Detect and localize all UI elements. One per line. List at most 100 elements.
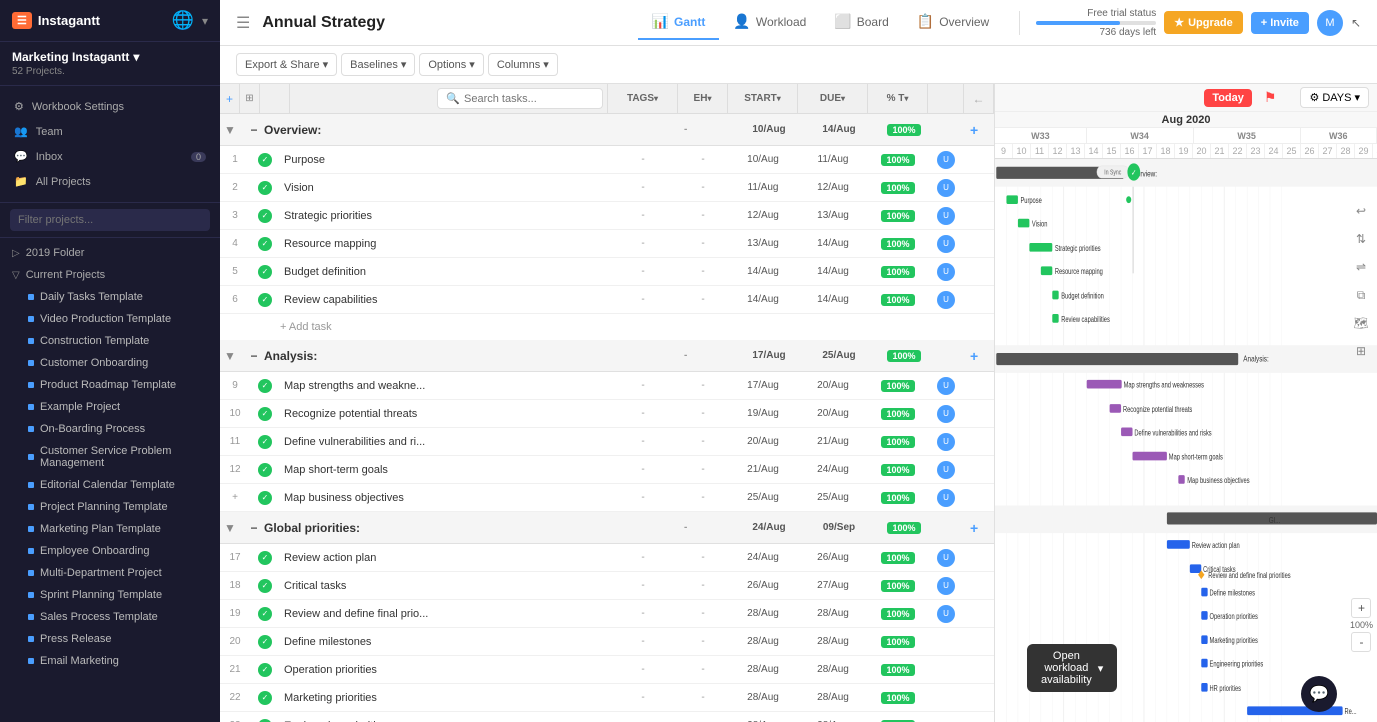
- group-minus-icon[interactable]: −: [244, 349, 264, 363]
- task-name[interactable]: Review capabilities: [280, 294, 608, 306]
- sidebar-item-customer-onboarding[interactable]: Customer Onboarding: [0, 352, 220, 374]
- task-name[interactable]: Define milestones: [280, 636, 608, 648]
- sidebar-filter[interactable]: [0, 203, 220, 238]
- task-check[interactable]: [250, 579, 280, 593]
- sidebar-item-construction[interactable]: Construction Template: [0, 330, 220, 352]
- task-name[interactable]: Review action plan: [280, 552, 608, 564]
- add-task-overview[interactable]: + Add task: [220, 314, 994, 340]
- add-task-icon[interactable]: +: [970, 520, 990, 536]
- task-check[interactable]: [250, 153, 280, 167]
- sidebar-item-on-boarding[interactable]: On-Boarding Process: [0, 418, 220, 440]
- task-name[interactable]: Resource mapping: [280, 238, 608, 250]
- task-check[interactable]: [250, 181, 280, 195]
- columns-button[interactable]: Columns ▾: [488, 53, 558, 76]
- group-toggle-icon[interactable]: ▼: [224, 123, 244, 137]
- days-button[interactable]: ⚙ DAYS ▾: [1300, 87, 1369, 108]
- task-check[interactable]: [250, 607, 280, 621]
- map-icon[interactable]: 🗺: [1349, 311, 1373, 335]
- task-check[interactable]: [250, 237, 280, 251]
- task-name[interactable]: Strategic priorities: [280, 210, 608, 222]
- task-check[interactable]: [250, 435, 280, 449]
- task-name[interactable]: Purpose: [280, 154, 608, 166]
- sidebar-item-editorial[interactable]: Editorial Calendar Template: [0, 474, 220, 496]
- sidebar-item-press-release[interactable]: Press Release: [0, 628, 220, 650]
- sidebar-item-example-project[interactable]: Example Project: [0, 396, 220, 418]
- hamburger-icon[interactable]: ☰: [236, 13, 250, 33]
- sidebar-item-sprint-planning[interactable]: Sprint Planning Template: [0, 584, 220, 606]
- task-check[interactable]: [250, 209, 280, 223]
- sidebar-item-project-planning[interactable]: Project Planning Template: [0, 496, 220, 518]
- group-toggle-icon[interactable]: ▼: [224, 521, 244, 535]
- options-button[interactable]: Options ▾: [419, 53, 483, 76]
- task-name[interactable]: Vision: [280, 182, 608, 194]
- task-check[interactable]: [250, 265, 280, 279]
- tab-workload[interactable]: 👤 Workload: [719, 5, 820, 40]
- zoom-out-button[interactable]: -: [1351, 632, 1371, 652]
- tab-overview[interactable]: 📋 Overview: [903, 5, 1003, 40]
- copy-icon[interactable]: ⧉: [1349, 283, 1373, 307]
- chat-fab-button[interactable]: 💬: [1301, 676, 1337, 712]
- export-share-button[interactable]: Export & Share ▾: [236, 53, 337, 76]
- globe-icon[interactable]: 🌐: [172, 10, 194, 31]
- table-icon[interactable]: ⊞: [1349, 339, 1373, 363]
- today-button[interactable]: Today: [1204, 89, 1252, 107]
- task-check[interactable]: [250, 635, 280, 649]
- col-expand[interactable]: ⊞: [240, 84, 260, 113]
- sidebar-item-video-production[interactable]: Video Production Template: [0, 308, 220, 330]
- task-name[interactable]: Marketing priorities: [280, 692, 608, 704]
- sidebar-item-marketing-plan[interactable]: Marketing Plan Template: [0, 518, 220, 540]
- col-header-tags[interactable]: TAGS ▾: [608, 84, 678, 113]
- task-name[interactable]: Operation priorities: [280, 664, 608, 676]
- workspace-name[interactable]: Marketing Instagantt ▾: [12, 50, 208, 64]
- task-check[interactable]: [250, 463, 280, 477]
- undo-icon[interactable]: ↩: [1349, 199, 1373, 223]
- sidebar-item-customer-service[interactable]: Customer Service Problem Management: [0, 440, 220, 474]
- sidebar-item-workbook[interactable]: ⚙ Workbook Settings: [0, 94, 220, 119]
- add-col-icon[interactable]: +: [220, 84, 240, 113]
- task-check[interactable]: [250, 663, 280, 677]
- task-name[interactable]: Define vulnerabilities and ri...: [280, 436, 608, 448]
- col-header-start[interactable]: START ▾: [728, 84, 798, 113]
- task-check[interactable]: [250, 491, 280, 505]
- task-check[interactable]: [250, 691, 280, 705]
- col-header-arrow[interactable]: ←: [964, 84, 994, 113]
- sidebar-item-product-roadmap[interactable]: Product Roadmap Template: [0, 374, 220, 396]
- link-icon[interactable]: ⇌: [1349, 255, 1373, 279]
- sidebar-item-team[interactable]: 👥 Team: [0, 119, 220, 144]
- sidebar-folder-current[interactable]: ▽ Current Projects: [0, 264, 220, 286]
- col-header-eh[interactable]: EH ▾: [678, 84, 728, 113]
- tab-gantt[interactable]: 📊 Gantt: [638, 5, 720, 40]
- group-toggle-icon[interactable]: ▼: [224, 349, 244, 363]
- sidebar-item-email-marketing[interactable]: Email Marketing: [0, 650, 220, 672]
- add-task-icon[interactable]: +: [970, 122, 990, 138]
- sidebar-item-daily-tasks[interactable]: Daily Tasks Template: [0, 286, 220, 308]
- task-name[interactable]: Map business objectives: [280, 492, 608, 504]
- sidebar-item-multi-department[interactable]: Multi-Department Project: [0, 562, 220, 584]
- task-name[interactable]: Recognize potential threats: [280, 408, 608, 420]
- search-input[interactable]: [464, 93, 594, 105]
- sidebar-item-all-projects[interactable]: 📁 All Projects: [0, 169, 220, 194]
- baselines-button[interactable]: Baselines ▾: [341, 53, 415, 76]
- upgrade-button[interactable]: ★ Upgrade: [1164, 11, 1243, 34]
- sidebar-item-sales-process[interactable]: Sales Process Template: [0, 606, 220, 628]
- task-check[interactable]: [250, 719, 280, 722]
- task-name[interactable]: Map short-term goals: [280, 464, 608, 476]
- group-minus-icon[interactable]: −: [244, 521, 264, 535]
- task-check[interactable]: [250, 551, 280, 565]
- search-box[interactable]: 🔍: [437, 88, 603, 109]
- task-check[interactable]: [250, 407, 280, 421]
- task-check[interactable]: [250, 293, 280, 307]
- sidebar-item-employee-onboarding[interactable]: Employee Onboarding: [0, 540, 220, 562]
- task-name[interactable]: Budget definition: [280, 266, 608, 278]
- open-workload-button[interactable]: Open workload availability ▾: [1027, 644, 1117, 692]
- sidebar-folder-2019[interactable]: ▷ 2019 Folder: [0, 242, 220, 264]
- task-check[interactable]: [250, 379, 280, 393]
- add-task-icon[interactable]: +: [970, 348, 990, 364]
- sort-icon[interactable]: ⇅: [1349, 227, 1373, 251]
- user-avatar-button[interactable]: M: [1317, 10, 1343, 36]
- tab-board[interactable]: ⬜ Board: [820, 5, 902, 40]
- col-header-pct[interactable]: % T ▾: [868, 84, 928, 113]
- task-name[interactable]: Map strengths and weakne...: [280, 380, 608, 392]
- task-name[interactable]: Critical tasks: [280, 580, 608, 592]
- sidebar-item-inbox[interactable]: 💬 Inbox 0: [0, 144, 220, 169]
